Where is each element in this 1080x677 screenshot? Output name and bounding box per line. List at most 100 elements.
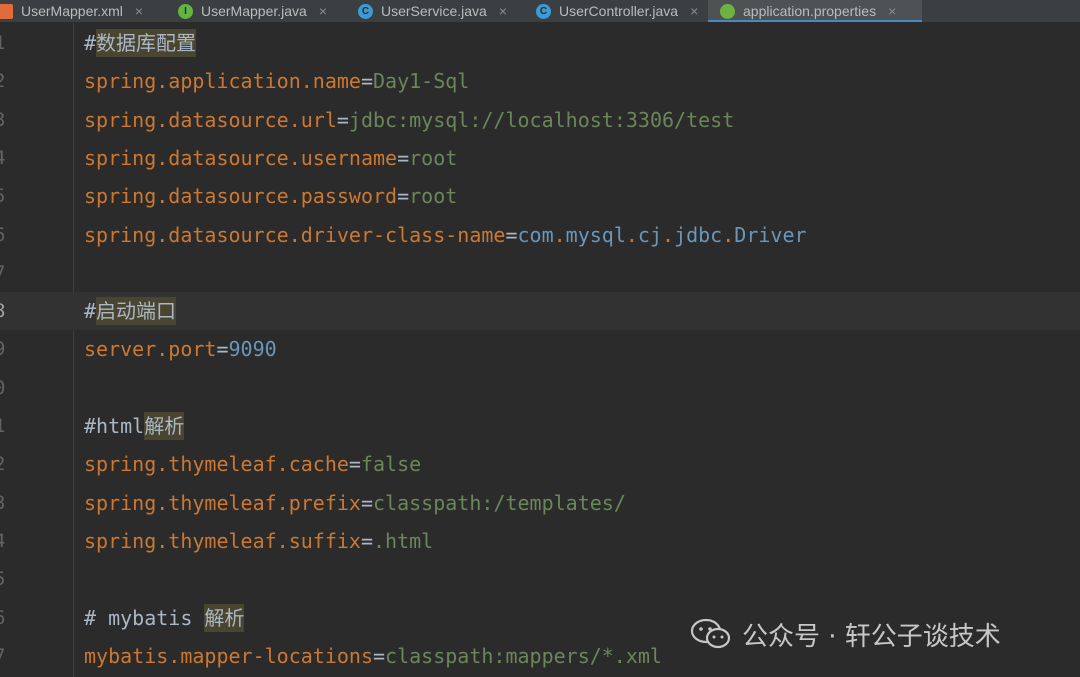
line-number: 6 — [0, 599, 14, 637]
tab-usermapper-xml[interactable]: UserMapper.xml × — [0, 0, 162, 22]
code-line[interactable]: 4 spring.datasource.username=root — [0, 139, 1080, 177]
code-text: mybatis.mapper-locations=classpath:mappe… — [84, 637, 662, 675]
highlighted-comment-text: 解析 — [204, 603, 245, 632]
code-token: = — [360, 69, 373, 94]
code-token: classpath:mappers/*.xml — [385, 643, 662, 668]
code-line[interactable]: 3 spring.datasource.url=jdbc:mysql://loca… — [0, 101, 1080, 139]
code-text: spring.datasource.password=root — [84, 177, 457, 215]
code-line[interactable]: 5 spring.datasource.password=root — [0, 177, 1080, 215]
code-token: spring.thymeleaf.suffix — [84, 528, 361, 553]
tab-userservice-java[interactable]: C UserService.java × — [346, 0, 520, 22]
line-number: 0 — [0, 369, 14, 407]
code-token: = — [397, 184, 410, 209]
code-token: . — [662, 222, 675, 247]
highlighted-comment-text: 解析 — [144, 412, 185, 440]
code-line[interactable]: 3 spring.thymeleaf.prefix=classpath:/temp… — [0, 484, 1080, 522]
code-line[interactable]: 1 #html解析 — [0, 407, 1080, 445]
line-number: 1 — [0, 407, 14, 445]
code-line[interactable]: 5 — [0, 560, 1080, 598]
tab-label: UserMapper.xml — [21, 3, 123, 19]
code-token: mybatis.mapper-locations — [84, 643, 373, 668]
code-line[interactable]: 2 spring.thymeleaf.cache=false — [0, 445, 1080, 483]
code-token: spring.datasource.url — [84, 107, 337, 132]
editor-tab-bar: UserMapper.xml × I UserMapper.java × C UserSer… — [0, 0, 1080, 23]
line-number: 7 — [0, 637, 14, 675]
code-text: # mybatis 解析 — [84, 599, 245, 637]
line-number: 1 — [0, 24, 14, 62]
code-text: #数据库配置 — [84, 24, 197, 62]
code-token: spring.thymeleaf.prefix — [84, 490, 361, 515]
close-tab-icon[interactable]: × — [499, 3, 507, 19]
code-line[interactable]: 9 server.port=9090 — [0, 330, 1080, 368]
line-number: 4 — [0, 139, 14, 177]
code-token: . — [625, 222, 638, 247]
code-token: spring.datasource.driver-class-name — [84, 222, 506, 247]
code-text: #启动端口 — [84, 292, 177, 330]
code-text: spring.thymeleaf.prefix=classpath:/templ… — [84, 484, 626, 522]
code-editor[interactable]: 1 #数据库配置2spring.application.name=Day1-Sql… — [0, 23, 1080, 677]
code-line[interactable]: 7 — [0, 254, 1080, 292]
wechat-icon — [690, 618, 731, 649]
close-tab-icon[interactable]: × — [135, 3, 143, 19]
code-token: # mybatis — [84, 605, 205, 630]
code-token: mysql — [565, 222, 626, 247]
tab-label: UserService.java — [381, 3, 487, 19]
spring-properties-icon — [720, 3, 735, 19]
code-text: server.port=9090 — [84, 330, 277, 368]
code-line[interactable]: 0 — [0, 369, 1080, 407]
class-file-icon: C — [536, 3, 551, 19]
code-token: jdbc:mysql://localhost:3306/test — [348, 107, 735, 132]
xml-file-icon — [0, 3, 13, 19]
code-text: spring.thymeleaf.suffix=.html — [84, 522, 433, 560]
code-token: = — [397, 145, 410, 170]
tab-usercontroller-java[interactable]: C UserController.java × — [524, 0, 704, 22]
code-token: . — [553, 222, 566, 247]
code-token: spring.datasource.password — [84, 184, 398, 209]
line-number: 4 — [0, 522, 14, 560]
code-token: false — [360, 452, 422, 477]
code-text: spring.thymeleaf.cache=false — [84, 445, 421, 483]
code-text: spring.datasource.url=jdbc:mysql://local… — [84, 101, 734, 139]
close-tab-icon[interactable]: × — [690, 3, 698, 19]
close-tab-icon[interactable]: × — [888, 3, 896, 19]
code-token: cj — [637, 222, 663, 247]
line-number: 3 — [0, 484, 14, 522]
code-token: .html — [373, 528, 434, 553]
line-number: 5 — [0, 560, 14, 598]
tab-label: UserMapper.java — [201, 3, 307, 19]
line-number: 7 — [0, 254, 14, 292]
line-number: 5 — [0, 177, 14, 215]
code-token: # — [84, 299, 97, 324]
code-line[interactable]: 1 #数据库配置 — [0, 24, 1080, 62]
code-token: com — [517, 222, 554, 247]
code-text: spring.datasource.username=root — [84, 139, 457, 177]
code-token: root — [409, 184, 458, 209]
code-token: = — [360, 528, 373, 553]
highlighted-comment-text: 启动端口 — [96, 297, 177, 326]
line-number: 6 — [0, 216, 14, 254]
tab-label: UserController.java — [559, 3, 679, 19]
code-token: 9090 — [228, 337, 277, 362]
code-line[interactable]: 4 spring.thymeleaf.suffix=.html — [0, 522, 1080, 560]
code-token: . — [722, 222, 735, 247]
code-token: = — [505, 222, 518, 247]
active-tab-indicator — [708, 20, 922, 22]
code-token: jdbc — [674, 222, 723, 247]
tab-usermapper-java[interactable]: I UserMapper.java × — [166, 0, 342, 22]
code-token: spring.datasource.username — [84, 145, 398, 170]
line-number: 2 — [0, 445, 14, 483]
code-token: = — [372, 643, 386, 668]
tab-application-properties[interactable]: application.properties × — [708, 0, 922, 22]
code-token: classpath:/templates/ — [373, 490, 626, 515]
code-line[interactable]: 6 spring.datasource.driver-class-name=com… — [0, 216, 1080, 254]
line-number: 3 — [0, 101, 14, 139]
code-line[interactable]: 8 #启动端口 — [0, 292, 1080, 331]
close-tab-icon[interactable]: × — [319, 3, 327, 19]
code-token: spring.application.name — [84, 69, 361, 94]
watermark: 公众号 · 轩公子谈技术 — [690, 614, 1001, 654]
tab-label: application.properties — [743, 3, 877, 19]
code-token: Driver — [734, 222, 807, 247]
code-line[interactable]: 2 spring.application.name=Day1-Sql — [0, 62, 1080, 100]
code-token: server.port — [84, 337, 217, 362]
code-token: spring.thymeleaf.cache — [84, 452, 349, 477]
